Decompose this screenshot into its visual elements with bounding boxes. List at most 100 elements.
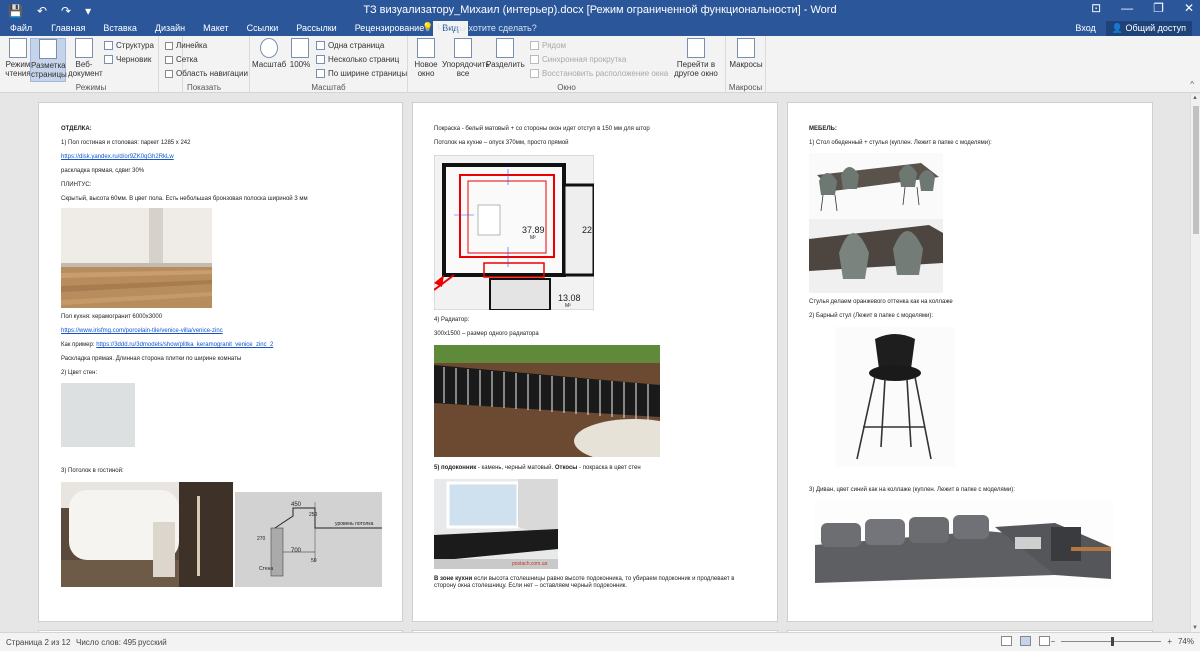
scroll-up-icon[interactable]: ▲ xyxy=(1192,95,1198,101)
sync-scroll-button[interactable]: Синхронная прокрутка xyxy=(530,55,626,64)
link-3ddd[interactable]: https://3ddd.ru/3dmodels/show/plitka_ker… xyxy=(96,342,273,348)
zoom-level[interactable]: 74% xyxy=(1178,637,1194,646)
zoom-in-icon[interactable]: + xyxy=(1167,637,1172,646)
outline-icon xyxy=(104,41,113,50)
draft-button[interactable]: Черновик xyxy=(104,55,151,64)
text-dining-table: 1) Стол обеденный + стулья (куплен. Лежи… xyxy=(809,140,992,146)
arrange-all-button[interactable]: Упорядочить все xyxy=(442,38,490,78)
document-page-2[interactable]: Покраска - белый матовый + со стороны ок… xyxy=(412,102,778,622)
heading-furniture: МЕБЕЛЬ: xyxy=(809,126,837,132)
read-mode-icon xyxy=(9,38,27,58)
new-window-button[interactable]: Новое окно xyxy=(412,38,440,78)
grid-checkbox[interactable]: Сетка xyxy=(165,55,198,64)
room-area-unit-1: M² xyxy=(530,235,536,241)
document-page-1[interactable]: ОТДЕЛКА: 1) Пол гостиная и столовая: пар… xyxy=(38,102,403,622)
text-radiator-size: 300х1500 – размер одного радиатора xyxy=(434,331,539,337)
switch-windows-icon xyxy=(687,38,705,58)
split-button[interactable]: Разделить xyxy=(486,38,525,69)
view-mode-switcher xyxy=(1001,636,1050,646)
document-page-3[interactable]: МЕБЕЛЬ: 1) Стол обеденный + стулья (купл… xyxy=(787,102,1153,622)
restore-icon[interactable]: ❐ xyxy=(1153,1,1164,15)
text-wall-color: 2) Цвет стен: xyxy=(61,370,98,376)
vertical-scrollbar[interactable]: ▲ ▼ xyxy=(1190,94,1200,632)
web-layout-button[interactable]: Веб-документ xyxy=(68,38,103,78)
document-area[interactable]: ОТДЕЛКА: 1) Пол гостиная и столовая: пар… xyxy=(0,94,1190,632)
group-zoom-label: Масштаб xyxy=(311,83,346,92)
tab-review[interactable]: Рецензирование xyxy=(346,21,434,36)
magnifier-icon xyxy=(260,38,278,58)
room-area-unit-2: M² xyxy=(565,303,571,309)
print-layout-icon-status[interactable] xyxy=(1020,636,1031,646)
ruler-checkbox[interactable]: Линейка xyxy=(165,41,207,50)
share-button[interactable]: 👤 Общий доступ xyxy=(1105,21,1192,36)
text-kitchen-zone: В зоне кухни если высота столешницы равн… xyxy=(434,576,735,589)
room-area-right: 22. xyxy=(582,225,594,235)
collapse-ribbon-icon[interactable]: ^ xyxy=(1190,80,1194,89)
scroll-thumb[interactable] xyxy=(1193,106,1199,234)
text-layout-shift: раскладка прямая, сдвиг 30% xyxy=(61,168,145,174)
group-show: Линейка Сетка Область навигации Показать xyxy=(158,36,250,93)
print-layout-button[interactable]: Разметка страницы xyxy=(30,38,67,82)
dim-270: 270 xyxy=(257,536,266,542)
tab-home[interactable]: Главная xyxy=(42,21,94,36)
link-parquet[interactable]: https://disk.yandex.ru/d/or9ZK0qGh2RkLw xyxy=(61,154,174,161)
page-counter[interactable]: Страница 2 из 12 xyxy=(6,638,70,647)
minimize-icon[interactable]: — xyxy=(1121,1,1133,15)
tab-references[interactable]: Ссылки xyxy=(238,21,288,36)
word-count[interactable]: Число слов: 495 xyxy=(76,638,136,647)
macros-button[interactable]: Макросы xyxy=(728,38,764,69)
wall-color-swatch xyxy=(61,383,135,447)
group-modes-label: Режимы xyxy=(75,83,107,92)
plinth-photo xyxy=(61,208,212,308)
tab-file[interactable]: Файл xyxy=(0,21,42,36)
zoom-slider-knob[interactable] xyxy=(1111,637,1115,646)
tab-insert[interactable]: Вставка xyxy=(94,21,145,36)
switch-windows-button[interactable]: Перейти в другое окно xyxy=(670,38,722,78)
zoom-100-icon xyxy=(291,38,309,58)
sofa-photo xyxy=(815,501,1113,589)
group-macros: Макросы Макросы xyxy=(726,36,766,93)
zoom-button[interactable]: Масштаб xyxy=(252,38,286,69)
heading-finish: ОТДЕЛКА: xyxy=(61,126,92,132)
tab-layout[interactable]: Макет xyxy=(194,21,237,36)
reset-window-position-button[interactable]: Восстановить расположение окна xyxy=(530,69,668,78)
print-layout-icon xyxy=(39,39,57,59)
arrange-all-icon xyxy=(454,38,472,58)
page-width-icon xyxy=(316,69,325,78)
tab-mailings[interactable]: Рассылки xyxy=(287,21,345,36)
navigation-pane-checkbox[interactable]: Область навигации xyxy=(165,69,248,78)
ribbon-display-options-icon[interactable]: ⊡ xyxy=(1091,1,1101,15)
one-page-icon xyxy=(316,41,325,50)
sign-in-link[interactable]: Вход xyxy=(1075,21,1095,36)
dim-50: 50 xyxy=(311,558,317,564)
link-tile[interactable]: https://www.irisfmg.com/porcelain-tile/v… xyxy=(61,328,223,335)
multiple-pages-button[interactable]: Несколько страниц xyxy=(316,55,399,64)
zoom-out-icon[interactable]: − xyxy=(1051,637,1056,646)
side-by-side-icon xyxy=(530,41,539,50)
zoom-slider[interactable] xyxy=(1061,637,1162,646)
web-layout-icon-status[interactable] xyxy=(1039,636,1050,646)
group-show-label: Показать xyxy=(186,83,221,92)
zoom-100-button[interactable]: 100% xyxy=(286,38,314,69)
scroll-down-icon[interactable]: ▼ xyxy=(1192,625,1198,631)
window-title: ТЗ визуализатору_Михаил (интерьер).docx … xyxy=(363,4,837,16)
page-width-button[interactable]: По ширине страницы xyxy=(316,69,407,78)
photo-watermark: postach.com.ua xyxy=(512,561,548,567)
dim-250: 250 xyxy=(309,512,318,518)
group-zoom: Масштаб 100% Одна страница Несколько стр… xyxy=(250,36,408,93)
view-side-by-side-button[interactable]: Рядом xyxy=(530,41,566,50)
text-ceiling-living: 3) Потолок в гостиной: xyxy=(61,468,124,474)
zoom-control: − + 74% xyxy=(1051,637,1194,646)
draft-icon xyxy=(104,55,113,64)
tell-me-box[interactable]: 💡 Что вы хотите сделать? xyxy=(422,22,537,33)
status-bar: Страница 2 из 12 Число слов: 495 русский… xyxy=(0,632,1200,651)
text-chairs-orange: Стулья делаем оранжевого оттенка как на … xyxy=(809,299,953,305)
one-page-button[interactable]: Одна страница xyxy=(316,41,384,50)
close-icon[interactable]: ✕ xyxy=(1184,1,1194,15)
outline-button[interactable]: Структура xyxy=(104,41,154,50)
language-indicator[interactable]: русский xyxy=(138,638,167,647)
lightbulb-icon: 💡 xyxy=(422,22,434,32)
read-mode-icon-status[interactable] xyxy=(1001,636,1012,646)
tab-design[interactable]: Дизайн xyxy=(146,21,194,36)
reset-window-icon xyxy=(530,69,539,78)
